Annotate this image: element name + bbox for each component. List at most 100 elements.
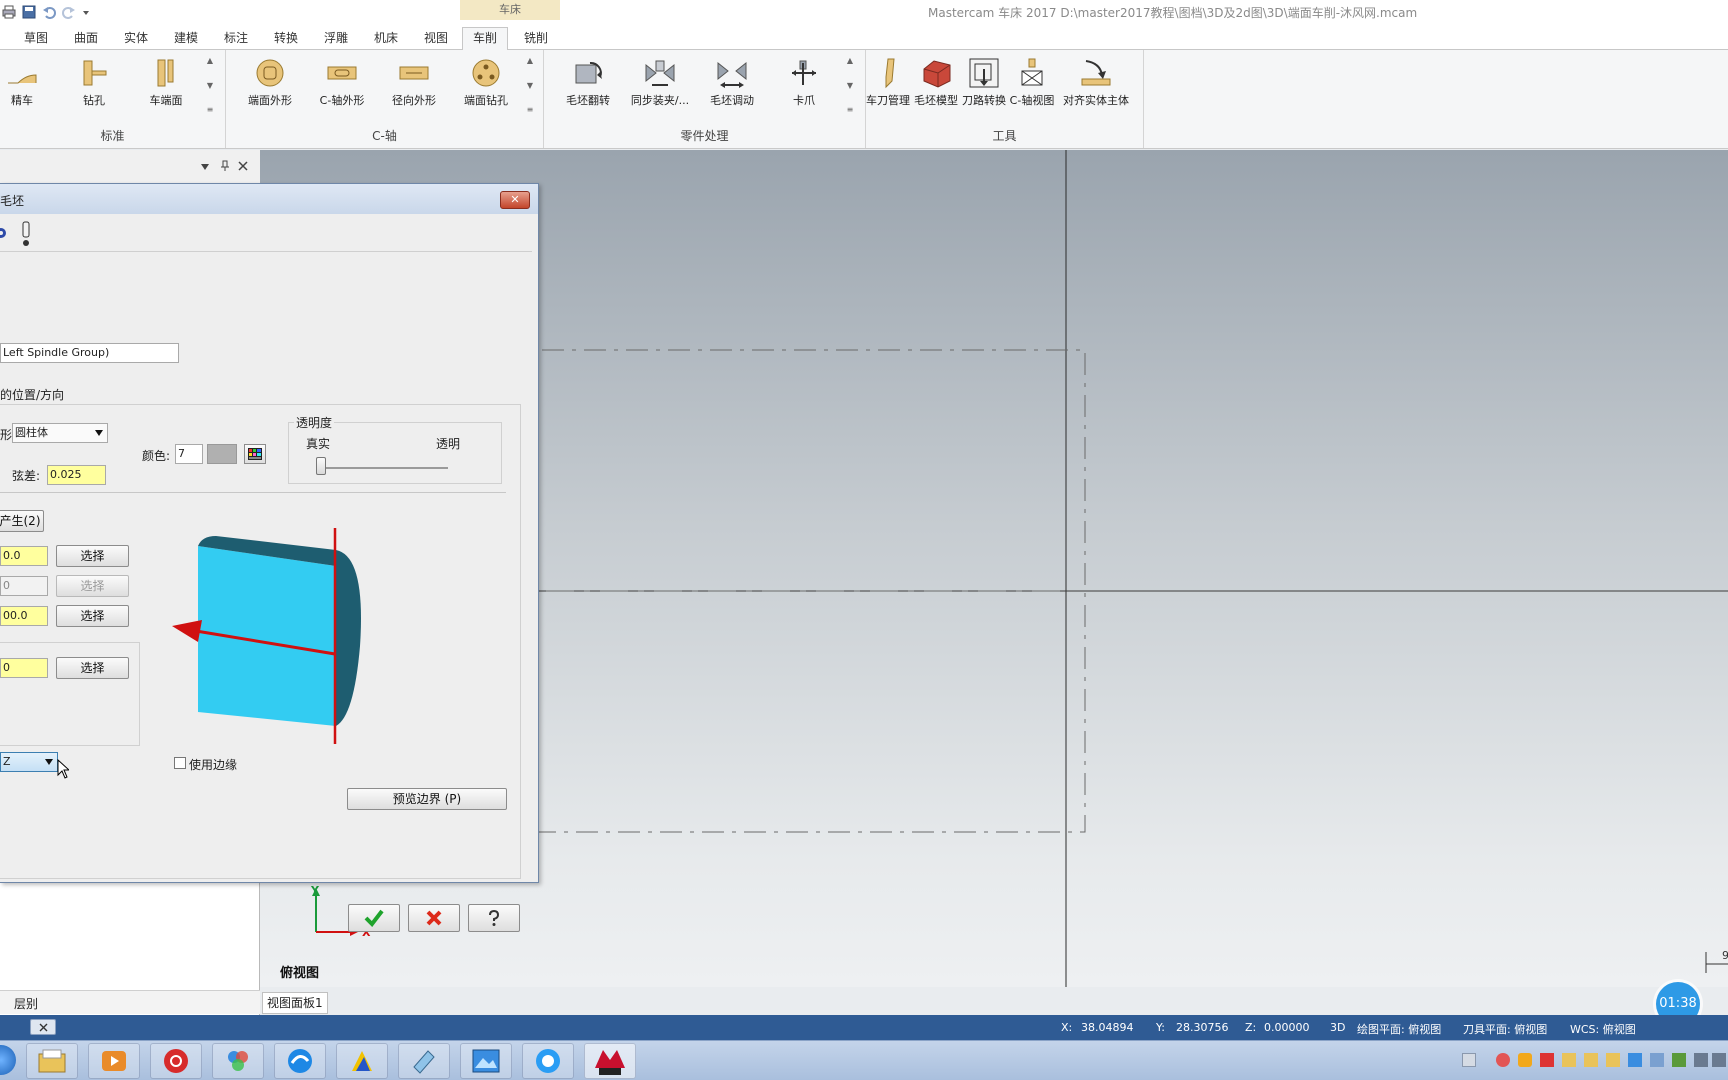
tab-dimension[interactable]: 标注 <box>224 28 248 50</box>
tray-app-icon[interactable] <box>1540 1053 1554 1067</box>
tab-surface[interactable]: 曲面 <box>74 28 98 50</box>
chevron-up-icon[interactable]: ▲ <box>207 56 213 65</box>
radial-contour-button[interactable]: 径向外形 <box>378 56 450 116</box>
tab-view[interactable]: 视图 <box>424 28 448 50</box>
z-coord-value[interactable]: 0.00000 <box>1264 1021 1310 1034</box>
taskbar-browser[interactable] <box>274 1043 326 1079</box>
taskbar-qq-browser[interactable] <box>522 1043 574 1079</box>
mode-3d-toggle[interactable]: 3D <box>1330 1021 1345 1034</box>
taskbar-app-5[interactable] <box>336 1043 388 1079</box>
face-contour-icon <box>256 59 284 87</box>
tab-transform[interactable]: 转换 <box>274 28 298 50</box>
warning-icon[interactable] <box>20 221 32 247</box>
start-button[interactable] <box>0 1045 16 1075</box>
nvidia-icon[interactable] <box>1672 1053 1686 1067</box>
close-icon[interactable] <box>238 161 248 171</box>
network-icon[interactable] <box>1694 1053 1708 1067</box>
shield-icon[interactable] <box>1518 1053 1532 1067</box>
tray-app-icon[interactable] <box>1562 1053 1576 1067</box>
color-number-field[interactable]: 7 <box>175 444 203 464</box>
sync-fixture-button[interactable]: 同步装夹/... <box>624 56 696 116</box>
tab-machine[interactable]: 机床 <box>374 28 398 50</box>
select-button-2[interactable]: 选择 <box>56 575 129 597</box>
viewport-sheet-tab[interactable]: 视图面板1 <box>262 992 328 1014</box>
construction-plane-status[interactable]: 绘图平面: 俯视图 <box>1357 1021 1441 1037</box>
tray-app-icon[interactable] <box>1496 1053 1510 1067</box>
tray-app-icon[interactable] <box>1606 1053 1620 1067</box>
taskbar-netease-music[interactable] <box>150 1043 202 1079</box>
chevron-up-icon[interactable]: ▲ <box>527 56 533 65</box>
c-axis-view-button[interactable]: C-轴视图 <box>996 56 1068 116</box>
tray-app-icon[interactable] <box>1650 1053 1664 1067</box>
undo-icon[interactable] <box>42 5 56 19</box>
dimension-field-4[interactable]: 0 <box>0 658 48 678</box>
ribbon-gallery-scroll[interactable]: ▲ ▼ ≡ <box>204 56 216 114</box>
chevron-down-icon[interactable]: ▼ <box>527 81 533 90</box>
volume-icon[interactable] <box>1712 1053 1726 1067</box>
color-swatch[interactable] <box>207 444 237 464</box>
taskbar-media-player[interactable] <box>88 1043 140 1079</box>
pin-icon[interactable] <box>220 160 230 172</box>
dialog-toolbar <box>0 216 532 252</box>
preview-boundary-button[interactable]: 预览边界 (P) <box>347 788 507 810</box>
panel-dropdown-icon[interactable] <box>200 163 210 171</box>
make-button[interactable]: 产生(2) <box>0 510 44 532</box>
taskbar-screenshot[interactable] <box>460 1043 512 1079</box>
cancel-button[interactable] <box>408 904 460 932</box>
redo-icon[interactable] <box>62 5 76 19</box>
align-solid-body-button[interactable]: 对齐实体主体 <box>1060 56 1132 116</box>
taskbar-photos[interactable] <box>212 1043 264 1079</box>
chord-tolerance-field[interactable]: 0.025 <box>47 465 106 485</box>
select-button-4[interactable]: 选择 <box>56 657 129 679</box>
dimension-field-2[interactable]: 0 <box>0 576 48 596</box>
dimension-field-3[interactable]: 00.0 <box>0 606 48 626</box>
expand-icon[interactable]: ≡ <box>207 105 214 114</box>
ok-button[interactable] <box>348 904 400 932</box>
axis-direction-select[interactable]: Z <box>0 752 58 772</box>
wcs-status[interactable]: WCS: 俯视图 <box>1570 1021 1636 1037</box>
keyboard-icon[interactable] <box>1462 1053 1476 1067</box>
help-button[interactable] <box>468 904 520 932</box>
drill-button[interactable]: 钻孔 <box>58 56 130 116</box>
chuck-jaw-button[interactable]: 卡爪 <box>768 56 840 116</box>
taskbar-mastercam[interactable] <box>584 1043 636 1079</box>
stock-move-button[interactable]: 毛坯调动 <box>696 56 768 116</box>
gear-icon[interactable] <box>0 226 8 240</box>
tab-milling[interactable]: 铣削 <box>524 28 548 50</box>
tab-relief[interactable]: 浮雕 <box>324 28 348 50</box>
taskbar-explorer[interactable] <box>26 1043 78 1079</box>
transparency-slider-thumb[interactable] <box>316 457 326 475</box>
tab-sketch[interactable]: 草图 <box>24 28 48 50</box>
cloud-icon[interactable] <box>1628 1053 1642 1067</box>
use-edge-checkbox[interactable] <box>174 757 186 769</box>
tray-app-icon[interactable] <box>1584 1053 1598 1067</box>
print-icon[interactable] <box>2 5 16 19</box>
finish-button[interactable]: 精车 <box>0 56 58 116</box>
taskbar-notes[interactable] <box>398 1043 450 1079</box>
face-drill-button[interactable]: 端面钻孔 <box>450 56 522 116</box>
transparency-slider-track[interactable] <box>318 467 448 469</box>
dimension-field-1[interactable]: 0.0 <box>0 546 48 566</box>
group-name-field[interactable]: Left Spindle Group) <box>0 343 179 363</box>
save-icon[interactable] <box>22 5 36 19</box>
close-panel-button[interactable] <box>30 1019 56 1035</box>
tool-plane-status[interactable]: 刀具平面: 俯视图 <box>1463 1021 1547 1037</box>
tab-levels[interactable]: 层别 <box>14 995 38 1012</box>
tab-model[interactable]: 建模 <box>174 28 198 50</box>
select-button-3[interactable]: 选择 <box>56 605 129 627</box>
position-orientation-label: 的位置/方向 <box>0 388 65 402</box>
customize-dropdown-icon[interactable] <box>82 5 90 19</box>
stock-flip-button[interactable]: 毛坯翻转 <box>552 56 624 116</box>
expand-icon[interactable]: ≡ <box>527 105 534 114</box>
color-picker-button[interactable] <box>244 444 266 464</box>
tab-turning[interactable]: 车削 <box>462 27 509 51</box>
select-button-1[interactable]: 选择 <box>56 545 129 567</box>
ribbon-gallery-scroll[interactable]: ▲ ▼ ≡ <box>524 56 536 114</box>
shape-select[interactable]: 圆柱体 <box>12 423 108 443</box>
face-button[interactable]: 车端面 <box>130 56 202 116</box>
chevron-down-icon[interactable]: ▼ <box>207 81 213 90</box>
tab-solid[interactable]: 实体 <box>124 28 148 50</box>
c-axis-contour-button[interactable]: C-轴外形 <box>306 56 378 116</box>
dialog-close-button[interactable]: ✕ <box>500 191 530 209</box>
face-contour-button[interactable]: 端面外形 <box>234 56 306 116</box>
